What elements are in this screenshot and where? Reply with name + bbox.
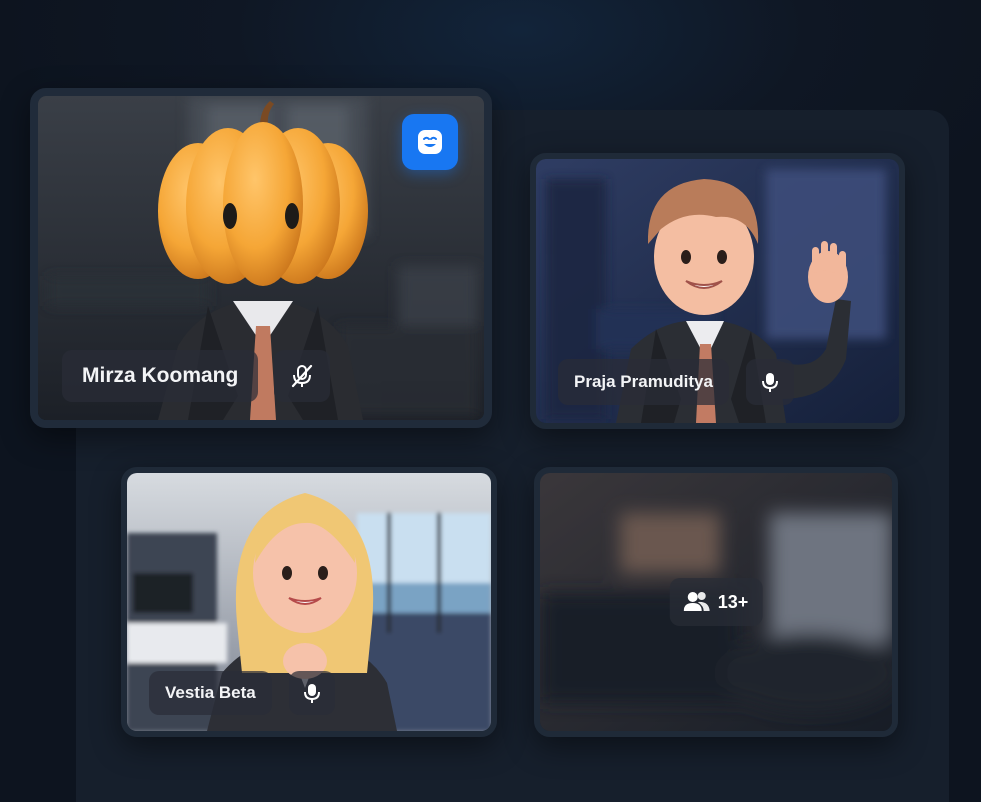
reaction-button[interactable] [402, 114, 458, 170]
mic-status[interactable] [274, 350, 330, 402]
participant-name-label: Vestia Beta [149, 671, 272, 715]
mic-status[interactable] [746, 359, 794, 405]
video-tile-praja-pramuditya[interactable]: Praja Pramuditya [530, 153, 905, 429]
video-tile-vestia-beta[interactable]: Vestia Beta [121, 467, 497, 737]
participant-name: Praja Pramuditya [574, 372, 713, 391]
video-tile-mirza-koomang[interactable]: Mirza Koomang [30, 88, 492, 428]
participant-count-badge[interactable]: 13+ [669, 578, 763, 626]
mic-icon [762, 373, 778, 392]
mic-muted-icon [291, 364, 313, 388]
mic-status[interactable] [289, 671, 335, 715]
smile-face-icon [418, 130, 442, 154]
participant-name-label: Mirza Koomang [62, 350, 259, 402]
mic-icon [304, 684, 320, 703]
participant-name-label: Praja Pramuditya [558, 359, 729, 405]
more-participants-tile[interactable]: 13+ [534, 467, 898, 737]
participant-count: 13+ [717, 591, 749, 612]
participant-name: Vestia Beta [165, 683, 256, 702]
users-icon [683, 592, 710, 611]
participant-name: Mirza Koomang [82, 364, 239, 387]
